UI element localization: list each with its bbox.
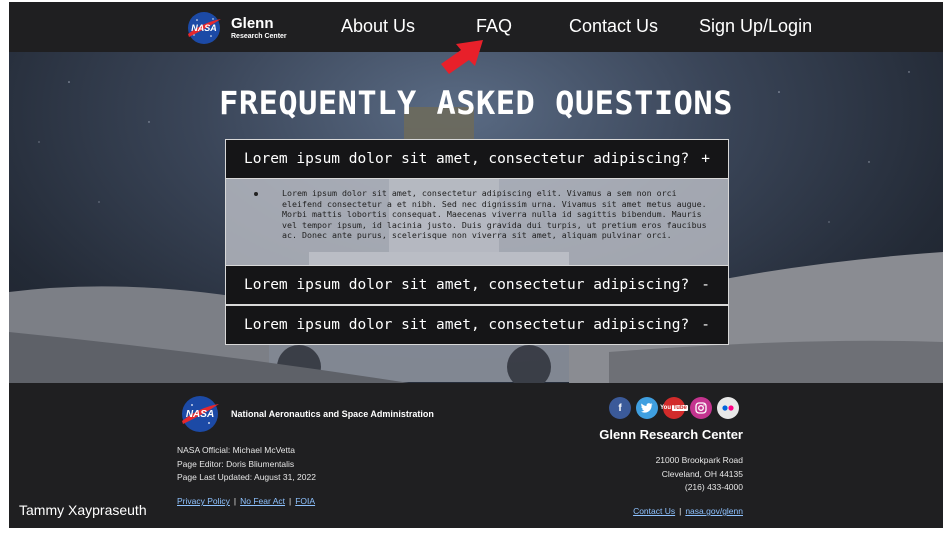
faq-question-3[interactable]: Lorem ipsum dolor sit amet, consectetur … — [225, 305, 729, 345]
facebook-icon[interactable]: f — [609, 397, 631, 419]
faq-answer-text: Lorem ipsum dolor sit amet, consectetur … — [282, 188, 707, 240]
faq-accordion: Lorem ipsum dolor sit amet, consectetur … — [225, 139, 729, 345]
center-links: Contact Us | nasa.gov/glenn — [633, 506, 743, 516]
faq-question-2[interactable]: Lorem ipsum dolor sit amet, consectetur … — [225, 265, 729, 305]
contact-us-link[interactable]: Contact Us — [633, 506, 675, 516]
policy-links: Privacy Policy | No Fear Act | FOIA — [177, 496, 315, 506]
no-fear-act-link[interactable]: No Fear Act — [240, 496, 285, 506]
address-city: Cleveland, OH 44135 — [661, 468, 743, 479]
bullet-icon — [254, 192, 258, 196]
nasa-meatball-icon: NASA — [185, 10, 223, 46]
youtube-icon[interactable]: You Tube — [660, 397, 688, 419]
site-logo[interactable]: NASA Glenn Research Center — [185, 10, 287, 46]
editor-text: Page Editor: Doris Bliumentalis — [177, 458, 295, 469]
faq-toggle-icon[interactable]: + — [701, 140, 710, 178]
faq-answer-1: Lorem ipsum dolor sit amet, consectetur … — [225, 179, 729, 265]
faq-toggle-icon[interactable]: - — [701, 306, 710, 344]
address-phone: (216) 433-4000 — [684, 482, 743, 492]
faq-question-1[interactable]: Lorem ipsum dolor sit amet, consectetur … — [225, 139, 729, 179]
nav-sign-up-login[interactable]: Sign Up/Login — [699, 16, 812, 37]
nasa-glenn-link[interactable]: nasa.gov/glenn — [685, 506, 743, 516]
faq-question-text: Lorem ipsum dolor sit amet, consectetur … — [244, 317, 690, 333]
foia-link[interactable]: FOIA — [295, 496, 315, 506]
agency-name: National Aeronautics and Space Administr… — [231, 409, 434, 419]
social-links: f You Tube — [609, 397, 739, 419]
svg-text:NASA: NASA — [186, 409, 214, 420]
nasa-footer-logo-icon[interactable]: NASA — [179, 394, 221, 434]
page-credits: NASA Official: Michael McVetta Page Edit… — [177, 444, 316, 485]
faq-question-text: Lorem ipsum dolor sit amet, consectetur … — [244, 151, 690, 167]
author-name: Tammy Xaypraseuth — [19, 502, 147, 518]
hero-section: FREQUENTLY ASKED QUESTIONS Lorem ipsum d… — [9, 52, 943, 383]
instagram-icon[interactable] — [690, 397, 712, 419]
svg-text:NASA: NASA — [191, 23, 217, 33]
faq-question-text: Lorem ipsum dolor sit amet, consectetur … — [244, 277, 690, 293]
twitter-icon[interactable] — [636, 397, 658, 419]
privacy-policy-link[interactable]: Privacy Policy — [177, 496, 230, 506]
nav-about-us[interactable]: About Us — [341, 16, 415, 37]
center-address: 21000 Brookpark Road Cleveland, OH 44135… — [656, 454, 743, 495]
brand-subtitle: Research Center — [231, 33, 287, 40]
divider: | — [289, 496, 292, 506]
annotation-arrow-icon — [441, 40, 483, 74]
page-frame: NASA Glenn Research Center About Us FAQ … — [9, 2, 943, 528]
divider: | — [233, 496, 237, 506]
divider: | — [679, 506, 682, 516]
nav-contact-us[interactable]: Contact Us — [569, 16, 658, 37]
official-text: NASA Official: Michael McVetta — [177, 445, 295, 455]
updated-text: Page Last Updated: August 31, 2022 — [177, 472, 316, 482]
site-footer: NASA National Aeronautics and Space Admi… — [9, 383, 943, 528]
center-title: Glenn Research Center — [599, 427, 743, 442]
faq-toggle-icon[interactable]: - — [701, 266, 710, 304]
brand-name: Glenn — [231, 15, 274, 32]
address-street: 21000 Brookpark Road — [655, 455, 743, 465]
flickr-icon[interactable] — [717, 397, 739, 419]
page-title: FREQUENTLY ASKED QUESTIONS — [219, 84, 733, 122]
